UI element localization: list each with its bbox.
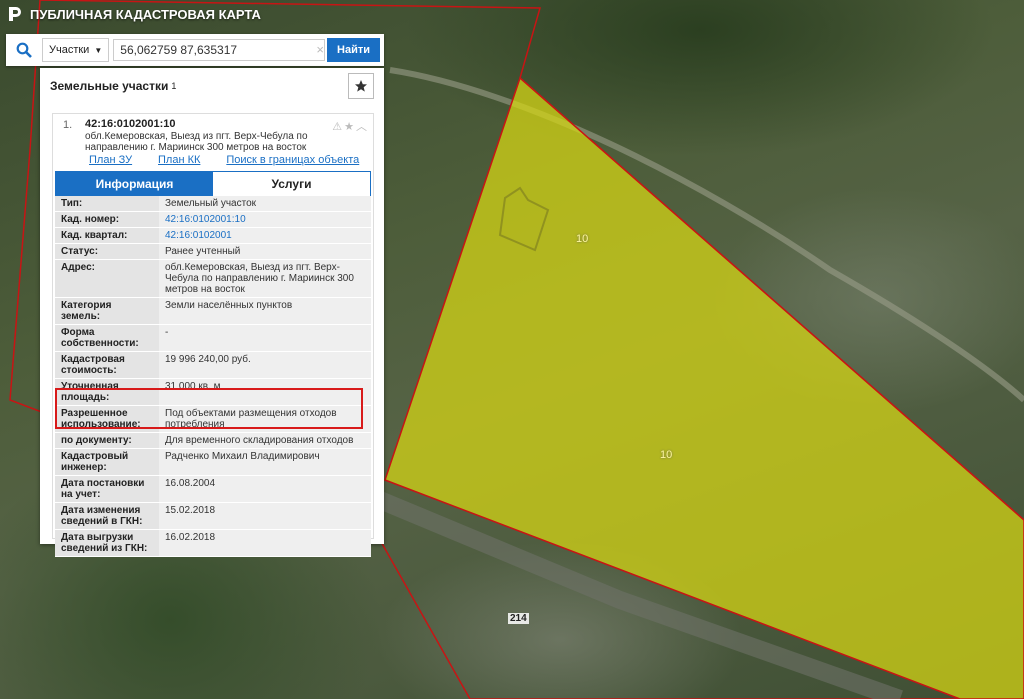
attribute-value[interactable]: 42:16:0102001 (159, 228, 371, 243)
table-row: Кад. квартал: 42:16:0102001 (55, 228, 371, 244)
warning-icon[interactable]: ⚠ (332, 121, 344, 133)
attribute-value: Радченко Михаил Владимирович (159, 449, 371, 475)
table-row: Кадастровая стоимость: 19 996 240,00 руб. (55, 352, 371, 379)
results-panel: Земельные участки 1 1. 42:16:0102001:10 … (40, 68, 384, 557)
favorite-button[interactable] (348, 73, 374, 99)
attribute-value: 16.08.2004 (159, 476, 371, 502)
attribute-label: Кадастровый инженер: (55, 449, 159, 475)
attribute-label: Кад. номер: (55, 212, 159, 227)
road-number-label: 214 (508, 613, 529, 624)
attribute-label: Дата изменения сведений в ГКН: (55, 503, 159, 529)
attribute-label: Форма собственности: (55, 325, 159, 351)
search-icon[interactable] (6, 42, 42, 58)
attribute-value: обл.Кемеровская, Выезд из пгт. Верх-Чебу… (159, 260, 371, 297)
app-title: ПУБЛИЧНАЯ КАДАСТРОВАЯ КАРТА (30, 6, 261, 22)
parcel-cadastral-number[interactable]: 42:16:0102001:10 (85, 118, 176, 130)
parcel-card: 1. 42:16:0102001:10 обл.Кемеровская, Вые… (52, 113, 374, 557)
table-row: Дата изменения сведений в ГКН: 15.02.2018 (55, 503, 371, 530)
table-row: Тип: Земельный участок (55, 196, 371, 212)
table-row: по документу: Для временного складировани… (55, 433, 371, 449)
attribute-label: Кад. квартал: (55, 228, 159, 243)
search-category-select[interactable]: Участки ▼ (42, 38, 110, 62)
collapse-icon[interactable]: ︿ (356, 121, 369, 133)
attribute-label: Кадастровая стоимость: (55, 352, 159, 378)
attribute-value: Земли населённых пунктов (159, 298, 371, 324)
search-input[interactable] (113, 39, 326, 61)
parcel-number-label: 10 (660, 449, 673, 461)
table-row: Категория земель: Земли населённых пункто… (55, 298, 371, 325)
attribute-label: Тип: (55, 196, 159, 211)
panel-header: Земельные участки 1 (40, 68, 384, 104)
attribute-value: 19 996 240,00 руб. (159, 352, 371, 378)
table-row: Статус: Ранее учтенный (55, 244, 371, 260)
tab-information[interactable]: Информация (56, 172, 213, 196)
app-header: ПУБЛИЧНАЯ КАДАСТРОВАЯ КАРТА (0, 0, 400, 28)
attribute-label: Категория земель: (55, 298, 159, 324)
parcel-polygon[interactable] (384, 76, 1024, 699)
attribute-value: - (159, 325, 371, 351)
panel-title: Земельные участки (50, 79, 169, 93)
table-row: Кадастровый инженер: Радченко Михаил Влад… (55, 449, 371, 476)
search-bar: Участки ▼ × Найти (6, 34, 384, 66)
star-icon (355, 80, 367, 92)
attribute-value: Земельный участок (159, 196, 371, 211)
search-button[interactable]: Найти (327, 38, 380, 62)
table-row: Форма собственности: - (55, 325, 371, 352)
attribute-label: Дата выгрузки сведений из ГКН: (55, 530, 159, 556)
attributes-table: Тип: Земельный участок Кад. номер: 42:16:01… (55, 196, 371, 557)
rosreestr-logo-icon (9, 7, 21, 21)
attribute-label: по документу: (55, 433, 159, 448)
chevron-down-icon: ▼ (94, 45, 103, 55)
table-row: Кад. номер: 42:16:0102001:10 (55, 212, 371, 228)
highlight-frame (55, 388, 363, 429)
attribute-label: Дата постановки на учет: (55, 476, 159, 502)
tab-services[interactable]: Услуги (213, 172, 370, 196)
table-row: Дата выгрузки сведений из ГКН: 16.02.2018 (55, 530, 371, 557)
attribute-value: 16.02.2018 (159, 530, 371, 556)
table-row: Адрес: обл.Кемеровская, Выезд из пгт. Вер… (55, 260, 371, 298)
parcel-tabs: Информация Услуги (55, 171, 371, 197)
search-category-value: Участки (49, 44, 90, 56)
clear-icon[interactable]: × (316, 42, 324, 57)
result-count: 1 (171, 81, 177, 91)
parcel-number-label: 10 (576, 233, 589, 245)
attribute-label: Статус: (55, 244, 159, 259)
attribute-value: 15.02.2018 (159, 503, 371, 529)
star-outline-icon[interactable]: ★ (344, 121, 356, 133)
card-actions: ⚠★︿ (332, 118, 369, 134)
attribute-label: Адрес: (55, 260, 159, 297)
parcel-index: 1. (63, 119, 73, 131)
attribute-value: Ранее учтенный (159, 244, 371, 259)
table-row: Дата постановки на учет: 16.08.2004 (55, 476, 371, 503)
parcel-address: обл.Кемеровская, Выезд из пгт. Верх-Чебу… (85, 131, 308, 153)
attribute-value[interactable]: 42:16:0102001:10 (159, 212, 371, 227)
attribute-value: Для временного складирования отходов (159, 433, 371, 448)
